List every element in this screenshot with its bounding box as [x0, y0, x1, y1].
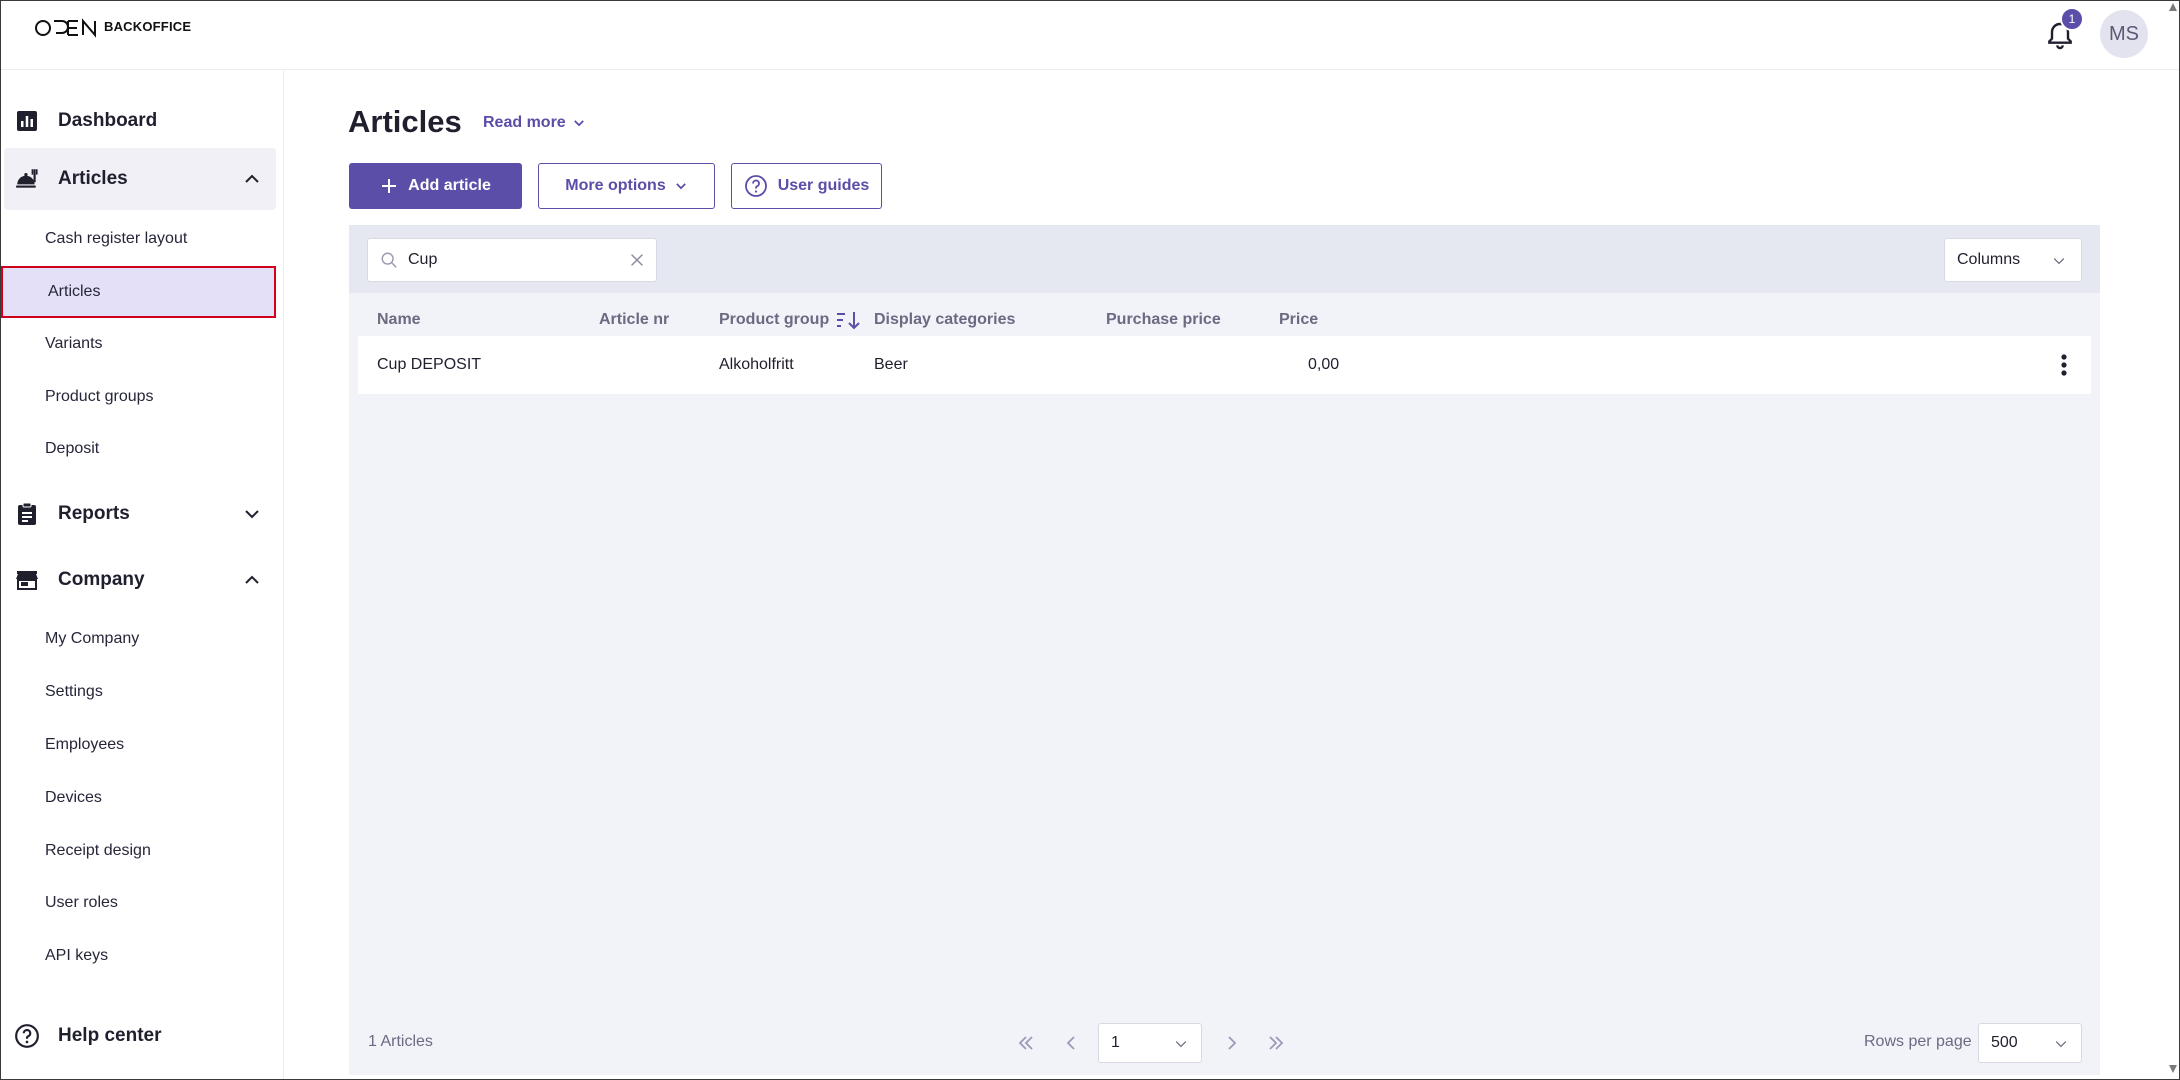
sidebar-section-company[interactable]: Company	[4, 549, 276, 611]
sidebar-item-receipt-design[interactable]: Receipt design	[0, 825, 276, 877]
first-page-icon[interactable]	[1014, 1031, 1038, 1055]
columns-dropdown[interactable]: Columns	[1944, 238, 2082, 282]
table-toolbar: Columns	[349, 225, 2100, 293]
logo-text: BACKOFFICE	[104, 18, 192, 34]
logo-mark	[34, 17, 98, 45]
chevron-up-icon	[245, 174, 259, 183]
help-circle-icon	[744, 174, 768, 198]
chevron-down-icon	[674, 179, 688, 193]
chevron-up-icon	[245, 575, 259, 584]
scroll-down-arrow-icon[interactable]	[2168, 1064, 2178, 1074]
chevron-down-icon	[1175, 1041, 1187, 1048]
sidebar-item-dashboard[interactable]: Dashboard	[4, 90, 276, 152]
sidebar-item-deposit[interactable]: Deposit	[0, 423, 276, 475]
sidebar-item-variants[interactable]: Variants	[0, 318, 276, 370]
previous-page-icon[interactable]	[1059, 1031, 1083, 1055]
sidebar-item-user-roles[interactable]: User roles	[0, 877, 276, 929]
sidebar-item-articles[interactable]: Articles	[1, 266, 276, 318]
column-header-display-categories[interactable]: Display categories	[874, 305, 1015, 335]
dashboard-icon	[14, 108, 40, 134]
logo[interactable]: BACKOFFICE	[34, 18, 191, 44]
next-page-icon[interactable]	[1220, 1031, 1244, 1055]
chevron-down-icon	[2053, 258, 2065, 265]
cell-price: 0,00	[1308, 356, 1340, 373]
sidebar-item-employees[interactable]: Employees	[0, 719, 276, 771]
top-bar: BACKOFFICE 1 MS	[0, 0, 2180, 70]
more-options-button[interactable]: More options	[538, 163, 715, 209]
rows-per-page-value: 500	[1991, 1034, 2018, 1051]
column-header-price[interactable]: Price	[1279, 305, 1318, 335]
clipboard-icon	[14, 501, 40, 527]
sidebar-label: Articles	[58, 168, 128, 189]
help-circle-icon	[14, 1023, 40, 1049]
page-select[interactable]: 1	[1098, 1023, 1202, 1063]
open-logo-icon	[35, 18, 96, 38]
clear-search-icon[interactable]	[628, 251, 646, 269]
search-icon	[380, 251, 398, 269]
page-select-value: 1	[1111, 1034, 1120, 1051]
sort-ascending-icon[interactable]	[835, 309, 861, 331]
notification-badge: 1	[2060, 7, 2084, 31]
sidebar-item-devices[interactable]: Devices	[0, 772, 276, 824]
sidebar-item-my-company[interactable]: My Company	[0, 613, 276, 665]
chevron-down-icon	[2055, 1041, 2067, 1048]
add-article-label: Add article	[408, 177, 491, 194]
articles-table-panel: Columns Name Article nr Product group Di…	[349, 225, 2100, 1075]
column-header-product-group[interactable]: Product group	[719, 305, 861, 335]
columns-label: Columns	[1957, 251, 2021, 268]
table-row[interactable]: Cup DEPOSIT Alkoholfritt Beer 0,00	[358, 336, 2091, 394]
rows-per-page-label: Rows per page	[1864, 1033, 1972, 1050]
cell-display-categories: Beer	[874, 356, 908, 373]
cell-product-group: Alkoholfritt	[719, 356, 794, 373]
scroll-up-arrow-icon[interactable]	[2168, 2, 2178, 12]
avatar[interactable]: MS	[2100, 10, 2148, 58]
row-actions-icon[interactable]	[2052, 353, 2076, 377]
column-header-article-nr[interactable]: Article nr	[599, 305, 669, 335]
sidebar: Dashboard Articles Cash register layout …	[0, 70, 284, 1080]
sidebar-item-settings[interactable]: Settings	[0, 666, 276, 718]
sidebar-label: Company	[58, 569, 145, 590]
column-header-name[interactable]: Name	[377, 305, 421, 335]
chevron-down-icon	[245, 510, 259, 519]
user-guides-label: User guides	[777, 177, 870, 194]
sidebar-section-articles[interactable]: Articles	[4, 148, 276, 210]
sidebar-label: Help center	[58, 1025, 162, 1046]
rows-per-page-select[interactable]: 500	[1978, 1023, 2082, 1063]
read-more-link[interactable]: Read more	[483, 114, 586, 132]
food-tray-icon	[14, 166, 40, 192]
sidebar-label: Dashboard	[58, 110, 158, 131]
result-count: 1 Articles	[368, 1033, 433, 1050]
search-input[interactable]	[408, 251, 608, 269]
add-article-button[interactable]: Add article	[349, 163, 522, 209]
cell-name: Cup DEPOSIT	[377, 356, 482, 373]
search-box	[367, 238, 657, 282]
user-guides-button[interactable]: User guides	[731, 163, 882, 209]
sidebar-item-help-center[interactable]: Help center	[4, 1005, 276, 1067]
page-title: Articles	[348, 104, 462, 139]
more-options-label: More options	[565, 177, 666, 194]
column-header-purchase-price[interactable]: Purchase price	[1106, 305, 1221, 335]
sidebar-label: Reports	[58, 503, 130, 524]
store-icon	[14, 567, 40, 593]
sidebar-section-reports[interactable]: Reports	[4, 483, 276, 545]
sidebar-item-api-keys[interactable]: API keys	[0, 930, 276, 982]
column-header-label: Product group	[719, 311, 830, 328]
sidebar-item-cash-register-layout[interactable]: Cash register layout	[0, 213, 276, 265]
sidebar-item-product-groups[interactable]: Product groups	[0, 371, 276, 423]
read-more-label: Read more	[483, 114, 566, 131]
last-page-icon[interactable]	[1264, 1031, 1288, 1055]
plus-icon	[380, 177, 398, 195]
chevron-down-icon	[573, 120, 584, 127]
